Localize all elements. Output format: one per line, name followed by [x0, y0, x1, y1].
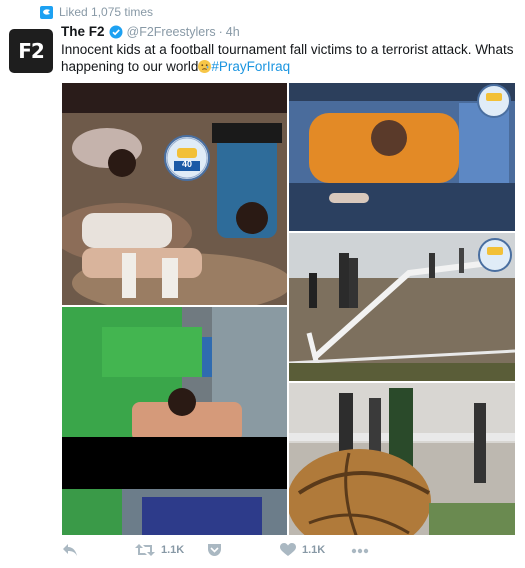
- media-collage[interactable]: 40: [62, 83, 515, 535]
- photo-bottom-left[interactable]: [62, 307, 287, 535]
- tweet-header: The F2 @F2Freestylers · 4h: [61, 24, 240, 39]
- verified-icon: [109, 25, 123, 38]
- tweet-text: Innocent kids at a football tournament f…: [61, 41, 516, 75]
- social-context: Liked 1,075 times: [40, 3, 153, 21]
- timestamp[interactable]: 4h: [226, 25, 240, 39]
- liked-count-text: Liked 1,075 times: [59, 5, 154, 19]
- like-button[interactable]: 1.1K: [280, 543, 325, 557]
- photo-top-left[interactable]: 40: [62, 83, 287, 305]
- reply-icon: [63, 544, 77, 556]
- hashtag-link[interactable]: #PrayForIraq: [211, 59, 290, 74]
- retweet-icon: [135, 544, 155, 556]
- tournament-badge-number: 40: [181, 159, 192, 169]
- retweet-count: 1.1K: [161, 544, 185, 556]
- crying-face-emoji: [198, 60, 212, 73]
- heart-icon: [280, 543, 296, 556]
- pocket-button[interactable]: [207, 543, 222, 557]
- more-icon: [351, 548, 369, 554]
- photo-bottom-right[interactable]: [289, 383, 515, 535]
- liked-bird-icon: [40, 5, 53, 19]
- like-count: 1.1K: [302, 544, 326, 556]
- tweet-actions: 1.1K 1.1K: [62, 543, 502, 563]
- reply-button[interactable]: [62, 543, 78, 557]
- more-button[interactable]: [351, 543, 369, 557]
- photo-middle-right[interactable]: [289, 233, 515, 381]
- avatar[interactable]: F2: [9, 29, 53, 73]
- pocket-icon: [208, 544, 221, 556]
- display-name[interactable]: The F2: [61, 24, 105, 39]
- photo-top-right[interactable]: [289, 83, 515, 231]
- avatar-logo: F2: [18, 39, 45, 63]
- user-handle[interactable]: @F2Freestylers: [127, 25, 216, 39]
- retweet-button[interactable]: 1.1K: [135, 543, 184, 557]
- separator: ·: [218, 24, 223, 39]
